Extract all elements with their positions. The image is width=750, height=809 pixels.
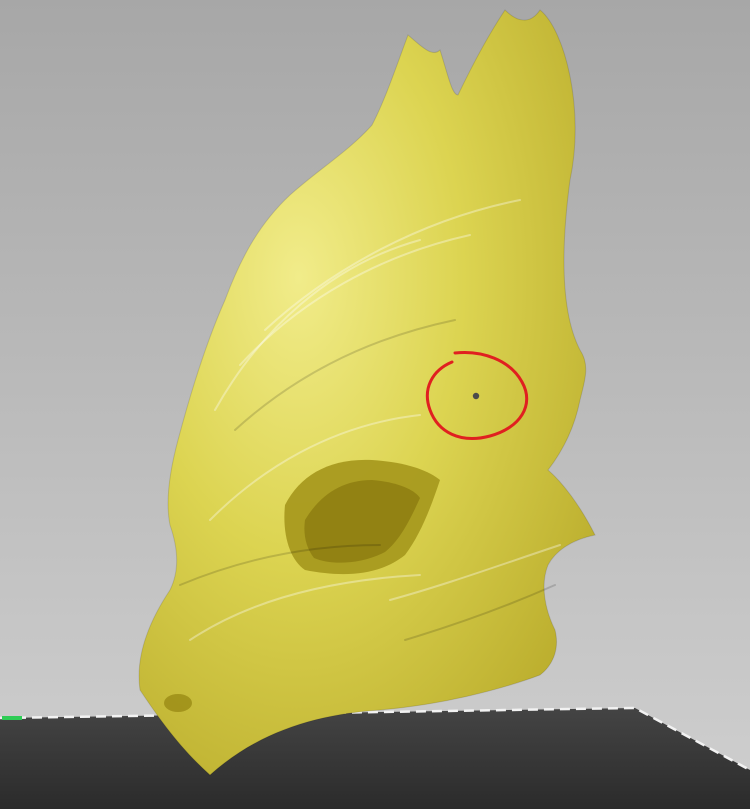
small-hole (472, 392, 480, 400)
viewport-canvas (0, 0, 750, 809)
nostril-hole (164, 694, 192, 712)
print-bed (0, 708, 750, 809)
3d-viewport[interactable] (0, 0, 750, 809)
axis-indicator (2, 716, 22, 720)
